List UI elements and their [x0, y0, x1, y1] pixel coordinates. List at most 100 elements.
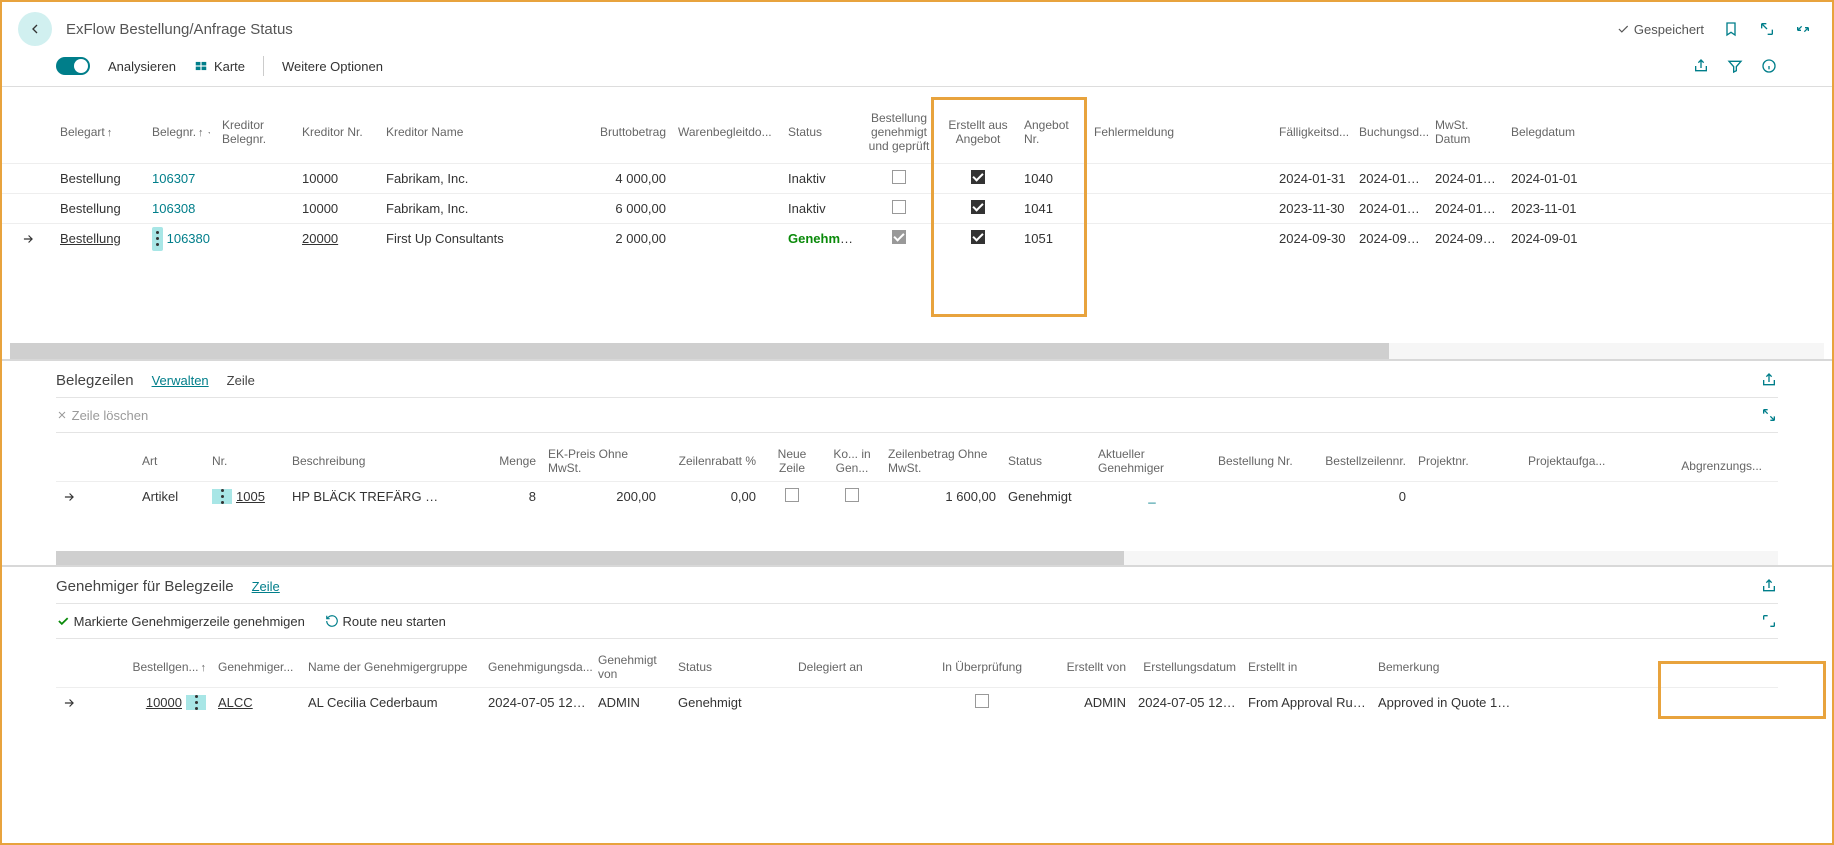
cell: 1051	[1018, 231, 1088, 246]
collapse-icon[interactable]	[1794, 20, 1812, 38]
cell: 2024-01-01	[1353, 171, 1429, 186]
lines-title: Belegzeilen	[56, 372, 134, 389]
col[interactable]: Zeilenrabatt %	[662, 454, 762, 468]
col[interactable]: Status	[1002, 454, 1092, 468]
col-mwst[interactable]: MwSt. Datum	[1429, 114, 1505, 150]
checkbox[interactable]	[845, 488, 859, 502]
table-row[interactable]: Bestellung 106307 10000 Fabrikam, Inc. 4…	[2, 163, 1832, 193]
col[interactable]: Genehmiger...	[212, 660, 302, 674]
row-menu-icon[interactable]	[186, 695, 206, 710]
share-icon[interactable]	[1692, 57, 1710, 75]
cell: 1041	[1018, 201, 1088, 216]
col-kbelegnr[interactable]: Kreditor Belegnr.	[216, 114, 296, 150]
col[interactable]: Bestellgen...↑	[126, 660, 212, 674]
checkbox[interactable]	[892, 170, 906, 184]
col[interactable]: EK-Preis Ohne MwSt.	[542, 447, 662, 475]
col[interactable]: Status	[672, 660, 792, 674]
col-buchung[interactable]: Buchungsd...	[1353, 121, 1429, 143]
approver-link[interactable]: ALCC	[218, 695, 253, 710]
col[interactable]: Projektnr.	[1412, 454, 1522, 468]
col[interactable]: Nr.	[206, 454, 286, 468]
info-icon[interactable]	[1760, 57, 1778, 75]
col-kreditorname[interactable]: Kreditor Name	[380, 121, 510, 143]
bookmark-icon[interactable]	[1722, 20, 1740, 38]
col[interactable]: Erstellt von	[1032, 660, 1132, 674]
col[interactable]: Neue Zeile	[762, 447, 822, 475]
expand-icon[interactable]	[1760, 612, 1778, 630]
checkbox[interactable]	[971, 230, 985, 244]
analyze-toggle[interactable]	[56, 57, 90, 75]
karte-button[interactable]: Karte	[194, 59, 245, 74]
line-row[interactable]: Artikel 1005 HP BLÄCK TREFÄRG NO.343 8 2…	[56, 481, 1778, 511]
col[interactable]: Aktueller Genehmiger	[1092, 447, 1212, 475]
approver-row[interactable]: 10000 ALCC AL Cecilia Cederbaum 2024-07-…	[56, 687, 1778, 717]
col[interactable]: Genehmigt von	[592, 653, 672, 681]
col[interactable]: Abgrenzungs...	[1681, 459, 1762, 473]
cell-belegart: Bestellung	[54, 201, 146, 216]
table-row[interactable]: Bestellung 106308 10000 Fabrikam, Inc. 6…	[2, 193, 1832, 223]
col-bemerkung[interactable]: Bemerkung	[1372, 660, 1522, 674]
col-angebotnr[interactable]: Angebot Nr.	[1018, 114, 1088, 150]
nr-link[interactable]: 1005	[236, 489, 265, 504]
horizontal-scrollbar[interactable]	[10, 343, 1824, 359]
zeile-link[interactable]: Zeile	[227, 373, 255, 388]
belegnr-link[interactable]: 106380	[167, 231, 210, 246]
horizontal-scrollbar[interactable]	[56, 551, 1778, 565]
col-belegdatum[interactable]: Belegdatum	[1505, 121, 1587, 143]
col-kreditornr[interactable]: Kreditor Nr.	[296, 121, 380, 143]
checkbox[interactable]	[785, 488, 799, 502]
cell: 20000	[302, 231, 338, 246]
page-title: ExFlow Bestellung/Anfrage Status	[66, 21, 293, 38]
col-belegnr[interactable]: Belegnr.↑	[146, 121, 216, 143]
checkbox[interactable]	[892, 200, 906, 214]
popout-icon[interactable]	[1758, 20, 1776, 38]
col[interactable]: Projektaufga...	[1522, 454, 1632, 468]
col-fehler[interactable]: Fehlermeldung	[1088, 121, 1273, 143]
row-menu-icon[interactable]	[152, 227, 163, 251]
verwalten-link[interactable]: Verwalten	[152, 373, 209, 388]
delete-line-button[interactable]: Zeile löschen	[56, 408, 148, 423]
col[interactable]: Beschreibung	[286, 454, 446, 468]
col-geprueft[interactable]: Bestellung genehmigt und geprüft	[860, 107, 938, 157]
col[interactable]: Erstellungsdatum	[1132, 660, 1242, 674]
belegnr-link[interactable]: 106308	[152, 201, 195, 216]
belegnr-link[interactable]: 106307	[152, 171, 195, 186]
col[interactable]: Name der Genehmigergruppe	[302, 660, 482, 674]
approve-selected-button[interactable]: Markierte Genehmigerzeile genehmigen	[56, 614, 305, 629]
col[interactable]: Erstellt in	[1242, 660, 1372, 674]
col[interactable]: Bestellung Nr.	[1212, 454, 1322, 468]
col[interactable]: Bestellzeilennr.	[1322, 454, 1412, 468]
col-belegart[interactable]: Belegart↑	[54, 121, 146, 143]
col[interactable]: Genehmigungsda...	[482, 660, 592, 674]
col[interactable]: In Überprüfung	[932, 660, 1032, 674]
restart-route-button[interactable]: Route neu starten	[325, 614, 446, 629]
col-brutto[interactable]: Bruttobetrag	[510, 121, 672, 143]
more-options-button[interactable]: Weitere Optionen	[282, 59, 383, 74]
col[interactable]: Zeilenbetrag Ohne MwSt.	[882, 447, 1002, 475]
col-erstellt[interactable]: Erstellt aus Angebot	[938, 114, 1018, 150]
checkbox[interactable]	[971, 170, 985, 184]
col-waren[interactable]: Warenbegleitdo...	[672, 121, 782, 143]
analysieren-button[interactable]: Analysieren	[108, 59, 176, 74]
checkbox[interactable]	[971, 200, 985, 214]
filter-icon[interactable]	[1726, 57, 1744, 75]
share-icon[interactable]	[1760, 577, 1778, 595]
col[interactable]: Delegiert an	[792, 660, 932, 674]
row-menu-icon[interactable]	[212, 489, 232, 504]
cell: Fabrikam, Inc.	[380, 201, 510, 216]
col-status[interactable]: Status	[782, 121, 860, 143]
share-icon[interactable]	[1760, 371, 1778, 389]
back-button[interactable]	[18, 12, 52, 46]
cell: 10000	[296, 201, 380, 216]
checkbox[interactable]	[892, 230, 906, 244]
col-faellig[interactable]: Fälligkeitsd...	[1273, 121, 1353, 143]
saved-indicator: Gespeichert	[1616, 22, 1704, 37]
zeile-link[interactable]: Zeile	[252, 579, 280, 594]
checkbox[interactable]	[975, 694, 989, 708]
col[interactable]: Art	[136, 454, 206, 468]
col[interactable]: Menge	[446, 454, 542, 468]
col[interactable]: Ko... in Gen...	[822, 447, 882, 475]
cell: Genehmigt	[1002, 489, 1092, 504]
table-row-selected[interactable]: Bestellung 106380 20000 First Up Consult…	[2, 223, 1832, 253]
expand-icon[interactable]	[1760, 406, 1778, 424]
